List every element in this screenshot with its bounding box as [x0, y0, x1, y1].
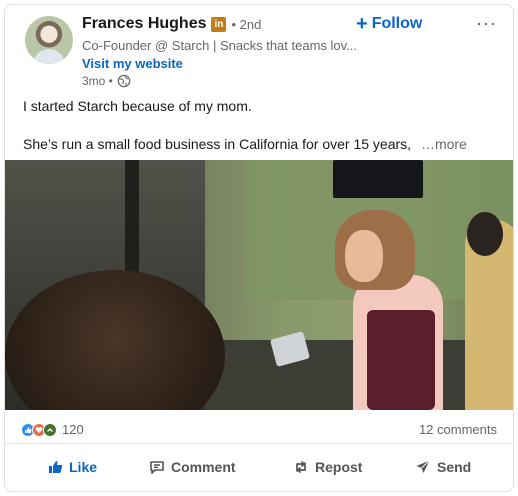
- support-reaction-icon: [43, 422, 57, 437]
- repost-icon: [296, 461, 306, 473]
- repost-label: Repost: [315, 459, 363, 475]
- send-button[interactable]: Send: [415, 459, 471, 475]
- post-line-1: I started Starch because of my mom.: [23, 98, 252, 114]
- avatar-figure: [33, 49, 65, 64]
- thumbs-up-icon: [49, 461, 63, 473]
- feed-post-card: Frances Hughes in • 2nd Co-Founder @ Sta…: [4, 4, 514, 492]
- connection-degree: • 2nd: [231, 16, 262, 32]
- see-more-link[interactable]: …more: [421, 136, 467, 152]
- post-line-2-text: She’s run a small food business in Calif…: [23, 136, 412, 152]
- more-options-icon[interactable]: ···: [476, 13, 497, 34]
- comments-count-link[interactable]: 12 comments: [419, 422, 497, 437]
- reactions-summary[interactable]: 120: [21, 422, 84, 437]
- post-age: 3mo •: [82, 74, 113, 88]
- barista-face: [345, 230, 383, 282]
- author-headline: Co-Founder @ Starch | Snacks that teams …: [82, 38, 357, 53]
- send-label: Send: [437, 459, 472, 475]
- author-name[interactable]: Frances Hughes: [82, 15, 206, 33]
- comment-icon: [150, 461, 164, 474]
- visit-website-link[interactable]: Visit my website: [82, 56, 183, 71]
- barista-right-head: [467, 212, 503, 256]
- post-header: Frances Hughes in • 2nd Co-Founder @ Sta…: [5, 5, 513, 91]
- post-line-2: She’s run a small food business in Calif…: [23, 136, 467, 152]
- comment-button[interactable]: Comment: [149, 459, 236, 475]
- send-icon: [416, 460, 430, 473]
- comment-label: Comment: [171, 459, 236, 475]
- post-image[interactable]: [5, 160, 513, 410]
- premium-badge-icon: in: [211, 16, 227, 32]
- reactions-count: 120: [62, 422, 84, 437]
- plus-icon: +: [356, 13, 368, 35]
- author-name-row: Frances Hughes in • 2nd: [82, 15, 261, 33]
- follow-label: Follow: [371, 15, 423, 32]
- repost-button[interactable]: Repost: [293, 459, 362, 475]
- like-button[interactable]: Like: [47, 459, 97, 475]
- wall-tv: [333, 160, 423, 198]
- social-counts: 120 12 comments: [5, 410, 513, 444]
- post-time: 3mo •: [82, 74, 131, 88]
- follow-button[interactable]: + Follow: [356, 13, 423, 35]
- post-actions: Like Comment Repost Send: [5, 445, 513, 491]
- author-avatar[interactable]: [25, 16, 73, 64]
- globe-icon: [117, 74, 131, 88]
- barista-apron: [367, 310, 435, 410]
- like-label: Like: [69, 459, 98, 475]
